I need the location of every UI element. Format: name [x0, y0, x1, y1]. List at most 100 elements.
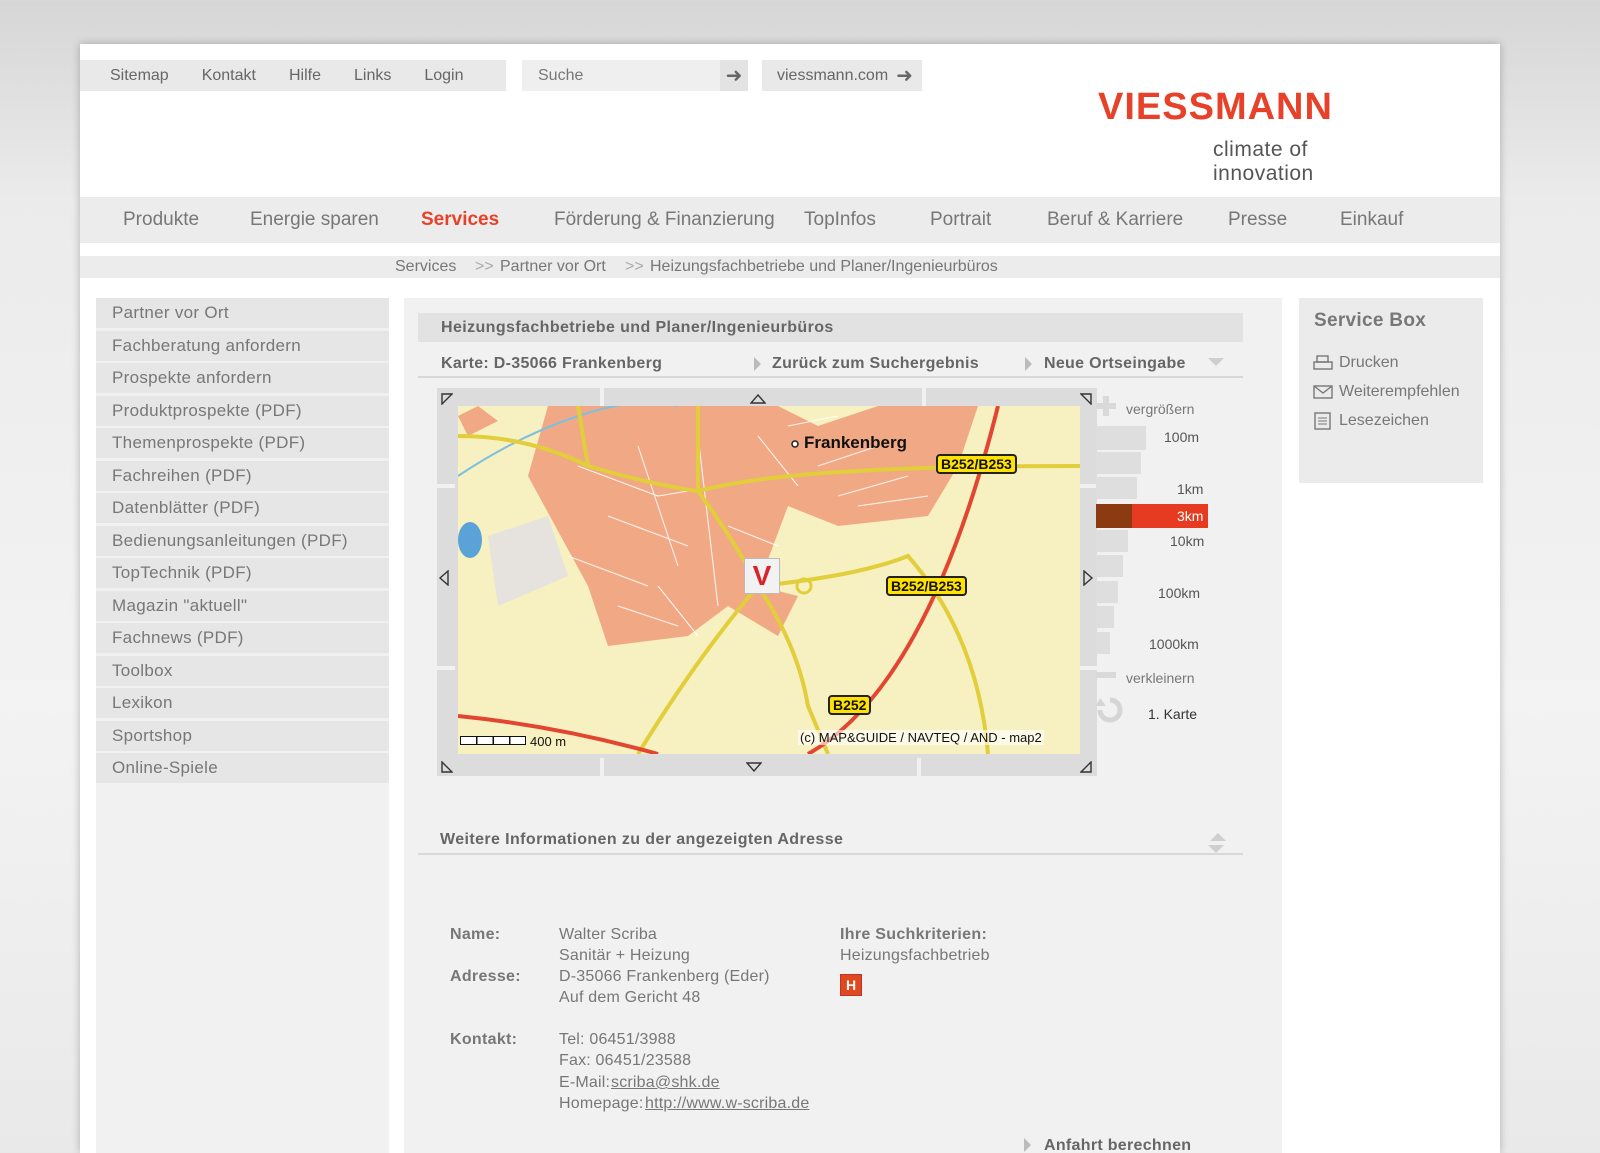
- zoom-out-label[interactable]: verkleinern: [1126, 670, 1194, 686]
- sidebar-item[interactable]: Fachberatung anfordern: [96, 330, 389, 361]
- email-link[interactable]: scriba@shk.de: [611, 1074, 720, 1092]
- nav-beruf-karriere[interactable]: Beruf & Karriere: [1047, 209, 1183, 231]
- zoom-level-bar[interactable]: [1096, 452, 1141, 474]
- sidebar-item[interactable]: Bedienungsanleitungen (PDF): [96, 525, 389, 556]
- utility-nav: Sitemap Kontakt Hilfe Links Login: [80, 60, 506, 91]
- zoom-in-icon[interactable]: [1096, 396, 1116, 416]
- back-to-results-link[interactable]: Zurück zum Suchergebnis: [772, 355, 979, 373]
- recommend-label: Weiterempfehlen: [1339, 383, 1460, 400]
- zoom-level-bar[interactable]: [1096, 426, 1146, 450]
- name-value: Walter Scriba: [559, 926, 658, 943]
- toplink-login[interactable]: Login: [424, 67, 463, 85]
- pan-west-icon[interactable]: [439, 570, 449, 586]
- zoom-level-selected[interactable]: [1096, 504, 1132, 528]
- zoom-level-bar[interactable]: [1096, 581, 1118, 603]
- logo-wordmark: VIESSMANN: [1098, 86, 1333, 128]
- scale-label: 400 m: [530, 734, 567, 749]
- nav-einkauf[interactable]: Einkauf: [1340, 209, 1403, 231]
- pan-northeast-icon[interactable]: [1080, 393, 1092, 405]
- nav-foerderung[interactable]: Förderung & Finanzierung: [554, 209, 775, 231]
- chevron-right-icon: [754, 357, 761, 371]
- nav-topinfos[interactable]: TopInfos: [804, 209, 876, 231]
- nav-presse[interactable]: Presse: [1228, 209, 1287, 231]
- map-location-label: Karte: D-35066 Frankenberg: [441, 355, 663, 372]
- homepage-label: Homepage:: [559, 1095, 644, 1112]
- zoom-level-bar[interactable]: [1096, 555, 1123, 577]
- nav-services[interactable]: Services: [421, 209, 499, 231]
- sidebar-item[interactable]: TopTechnik (PDF): [96, 558, 389, 588]
- sidebar-item[interactable]: Fachnews (PDF): [96, 623, 389, 653]
- search-submit-button[interactable]: ➜: [720, 60, 748, 91]
- sidebar-item[interactable]: Prospekte anfordern: [96, 363, 389, 393]
- road-label: B252: [828, 695, 872, 715]
- pan-northwest-icon[interactable]: [441, 393, 453, 405]
- map-copyright: (c) MAP&GUIDE / NAVTEQ / AND - map2: [798, 730, 1044, 745]
- zoom-level-bar[interactable]: [1096, 606, 1114, 628]
- viessmann-logo[interactable]: VIESSMANN climate of innovation: [1098, 82, 1398, 185]
- zoom-in-label[interactable]: vergrößern: [1126, 401, 1194, 417]
- route-link[interactable]: Anfahrt berechnen: [1044, 1137, 1191, 1153]
- zoom-level-label: 1000km: [1149, 636, 1199, 652]
- scale-bar: [460, 736, 526, 745]
- toplink-kontakt[interactable]: Kontakt: [202, 67, 256, 85]
- toplink-links[interactable]: Links: [354, 67, 391, 85]
- sidebar-item[interactable]: Lexikon: [96, 688, 389, 718]
- nav-energie-sparen[interactable]: Energie sparen: [250, 209, 379, 231]
- nav-produkte[interactable]: Produkte: [123, 209, 199, 231]
- sidebar-item[interactable]: Online-Spiele: [96, 753, 389, 783]
- business-type-value: Sanitär + Heizung: [559, 947, 691, 964]
- pan-north-icon[interactable]: [750, 394, 766, 404]
- breadcrumb-separator: >>: [475, 258, 494, 275]
- breadcrumb-services[interactable]: Services: [395, 258, 456, 276]
- zoom-out-icon[interactable]: [1096, 672, 1116, 678]
- sidebar-item[interactable]: Themenprospekte (PDF): [96, 428, 389, 458]
- nav-portrait[interactable]: Portrait: [930, 209, 991, 231]
- sidebar-item[interactable]: Sportshop: [96, 720, 389, 751]
- arrow-right-icon: ➜: [896, 65, 913, 87]
- map-canvas[interactable]: Frankenberg B252/B253 B252/B253 B252 V 4…: [458, 406, 1080, 754]
- pan-east-icon[interactable]: [1083, 570, 1093, 586]
- email-label: E-Mail:: [559, 1074, 611, 1091]
- viessmann-com-link[interactable]: viessmann.com ➜: [762, 60, 922, 91]
- address-line: Auf dem Gericht 48: [559, 989, 701, 1006]
- address-line: D-35066 Frankenberg (Eder): [559, 968, 770, 985]
- sidebar-item[interactable]: Datenblätter (PDF): [96, 493, 389, 523]
- zoom-level-bar[interactable]: [1096, 530, 1128, 552]
- pan-south-icon[interactable]: [746, 762, 762, 772]
- bookmark-link[interactable]: Lesezeichen: [1313, 412, 1429, 430]
- logo-tagline: climate of innovation: [1213, 138, 1314, 185]
- toplink-sitemap[interactable]: Sitemap: [110, 67, 169, 85]
- chevron-right-icon: [1024, 1138, 1031, 1152]
- homepage-link[interactable]: http://www.w-scriba.de: [645, 1095, 809, 1113]
- sidebar-item[interactable]: Produktprospekte (PDF): [96, 395, 389, 426]
- reset-map-label[interactable]: 1. Karte: [1148, 706, 1197, 722]
- pan-southwest-icon[interactable]: [441, 761, 453, 773]
- name-label: Name:: [450, 926, 501, 943]
- pan-southeast-icon[interactable]: [1080, 761, 1092, 773]
- location-marker-icon[interactable]: V: [744, 558, 780, 594]
- zoom-level-label: 100m: [1164, 429, 1200, 445]
- reset-map-icon[interactable]: [1096, 696, 1124, 724]
- criteria-label: Ihre Suchkriterien:: [840, 926, 988, 943]
- recommend-link[interactable]: Weiterempfehlen: [1313, 383, 1460, 401]
- zoom-level-label: 3km: [1177, 508, 1204, 524]
- zoom-level-bar[interactable]: [1096, 632, 1110, 654]
- sidebar-item[interactable]: Partner vor Ort: [96, 298, 389, 328]
- service-box-title: Service Box: [1314, 310, 1427, 331]
- sidebar-item[interactable]: Magazin "aktuell": [96, 590, 389, 621]
- bookmark-label: Lesezeichen: [1339, 412, 1429, 429]
- sidebar-item[interactable]: Toolbox: [96, 655, 389, 686]
- info-section-title: Weitere Informationen zu der angezeigten…: [440, 831, 844, 848]
- new-location-link[interactable]: Neue Ortseingabe: [1044, 355, 1186, 373]
- sidebar-item[interactable]: Fachreihen (PDF): [96, 460, 389, 491]
- breadcrumb-separator: >>: [625, 258, 644, 275]
- breadcrumb-partner[interactable]: Partner vor Ort: [500, 258, 606, 276]
- search-input[interactable]: Suche: [522, 60, 726, 91]
- chevron-down-icon[interactable]: [1208, 358, 1224, 368]
- print-link[interactable]: Drucken: [1313, 354, 1399, 372]
- toplink-hilfe[interactable]: Hilfe: [289, 67, 321, 85]
- chevron-down-icon[interactable]: [1208, 845, 1224, 855]
- breadcrumb: Services >> Partner vor Ort >> Heizungsf…: [80, 256, 1500, 278]
- info-section-header: Weitere Informationen zu der angezeigten…: [418, 823, 1243, 855]
- zoom-level-bar[interactable]: [1096, 477, 1137, 499]
